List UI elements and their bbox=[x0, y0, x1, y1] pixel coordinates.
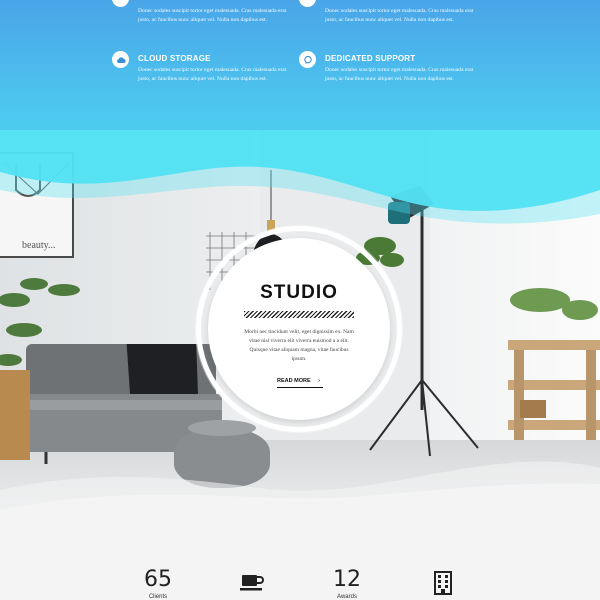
feature-description: Donec sodales suscipit tortor eget males… bbox=[138, 8, 287, 23]
feature-description: Donec sodales suscipit tortor eget males… bbox=[138, 67, 287, 82]
stats-section: 65 Clients 12 Awards bbox=[0, 530, 600, 600]
feature-icon bbox=[112, 0, 129, 7]
stat-label: Clients bbox=[148, 594, 168, 600]
feature-description: Donec sodales suscipit tortor eget males… bbox=[325, 67, 474, 82]
coffee-cup-icon bbox=[240, 575, 264, 591]
feature-title: CLOUD STORAGE bbox=[138, 54, 211, 63]
stat-clients: 65 Clients bbox=[128, 568, 188, 600]
stat-number: 65 bbox=[144, 567, 172, 592]
stat-label: Awards bbox=[337, 594, 357, 600]
wave-divider-top bbox=[0, 130, 600, 224]
read-more-link[interactable]: READ MORE › bbox=[277, 378, 323, 388]
stat-number: 12 bbox=[333, 567, 361, 592]
studio-description: Morbi nec tincidunt velit, eget dignissi… bbox=[244, 329, 354, 362]
stat-awards: 12 Awards bbox=[317, 568, 377, 600]
stat-building bbox=[413, 571, 473, 600]
building-icon bbox=[434, 571, 452, 595]
feature-description: Donec sodales suscipit tortor eget males… bbox=[325, 8, 474, 23]
frame-text: beauty... bbox=[22, 240, 56, 251]
hatched-divider bbox=[244, 311, 354, 318]
studio-card: STUDIO Morbi nec tincidunt velit, eget d… bbox=[208, 238, 390, 420]
read-more-label: READ MORE bbox=[277, 378, 311, 384]
chat-bubble-icon bbox=[299, 51, 316, 68]
feature-title: DEDICATED SUPPORT bbox=[325, 54, 416, 63]
feature-icon bbox=[299, 0, 316, 7]
studio-title: STUDIO bbox=[260, 282, 338, 303]
plant-left bbox=[0, 278, 80, 460]
cloud-icon bbox=[112, 51, 129, 68]
shelf-with-plants bbox=[508, 288, 600, 440]
chevron-right-icon: › bbox=[318, 378, 320, 384]
stat-coffee bbox=[222, 572, 282, 599]
wave-divider-bottom bbox=[0, 461, 600, 530]
